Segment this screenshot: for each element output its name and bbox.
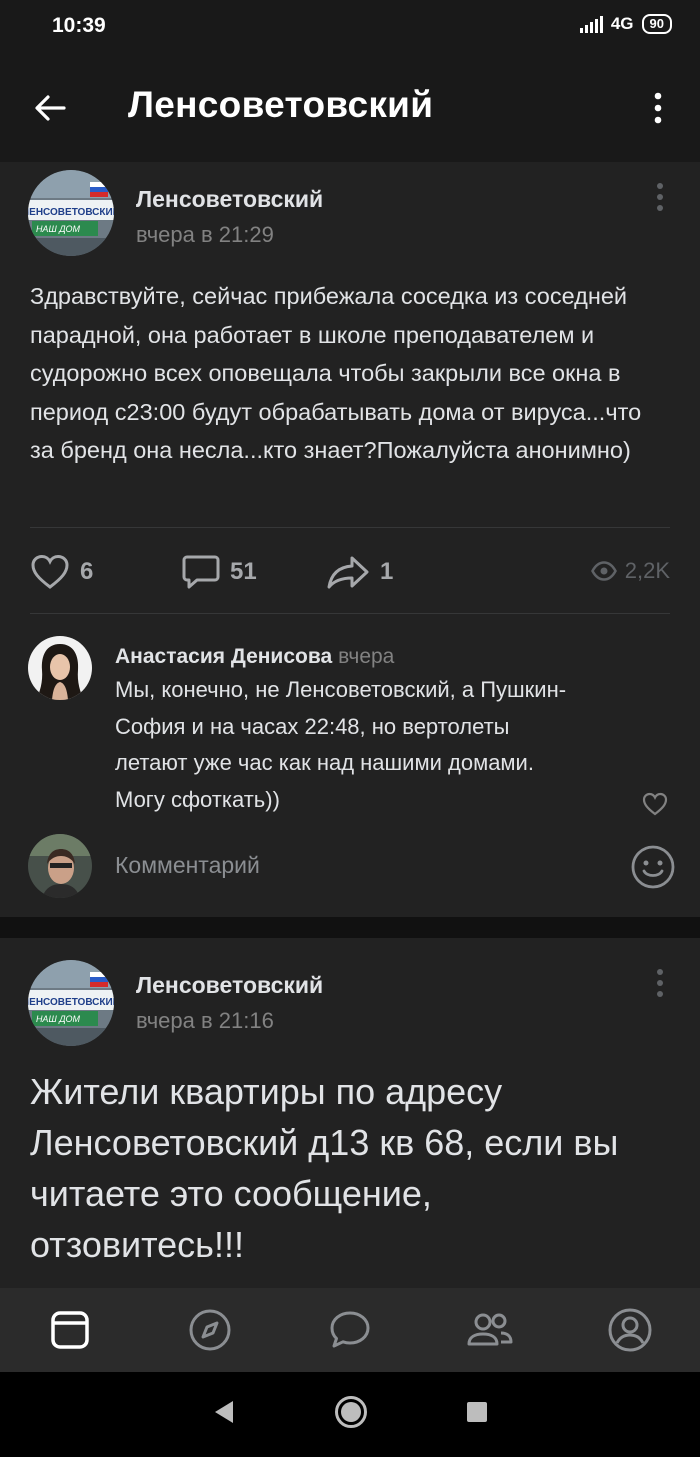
- bottom-tab-bar: [0, 1288, 700, 1372]
- more-vertical-icon[interactable]: [646, 88, 670, 128]
- tab-friends[interactable]: [420, 1288, 560, 1372]
- comment-icon: [182, 555, 220, 589]
- battery-icon: 90: [641, 14, 672, 34]
- post-author[interactable]: Ленсоветовский: [136, 186, 323, 213]
- profile-icon: [608, 1308, 652, 1352]
- community-avatar[interactable]: ЛЕНСОВЕТОВСКИЙ НАШ ДОМ: [28, 170, 114, 256]
- post-separator: [0, 917, 700, 938]
- emoji-icon[interactable]: [630, 844, 676, 895]
- post-time: вчера в 21:29: [136, 222, 274, 247]
- post-text: Здравствуйте, сейчас прибежала соседка и…: [30, 283, 642, 463]
- signal-icon: [579, 15, 603, 33]
- tab-messages[interactable]: [280, 1288, 420, 1372]
- heart-icon: [31, 554, 69, 589]
- like-count: 6: [80, 558, 94, 585]
- avatar-label-2: НАШ ДОМ: [36, 224, 81, 234]
- comment-input[interactable]: Комментарий: [115, 852, 260, 879]
- discover-icon: [189, 1309, 231, 1351]
- post-card: ЛЕНСОВЕТОВСКИЙ НАШ ДОМ Ленсоветовский вч…: [0, 938, 700, 1288]
- post-more-icon[interactable]: [650, 180, 670, 216]
- share-icon: [327, 556, 369, 589]
- current-user-avatar: [28, 834, 92, 898]
- comment-time: вчера: [338, 645, 395, 668]
- post-time: вчера в 21:16: [136, 1008, 274, 1033]
- post-more-icon[interactable]: [650, 966, 670, 1002]
- avatar-label-1: ЛЕНСОВЕТОВСКИЙ: [28, 995, 114, 1008]
- comment-author[interactable]: Анастасия Денисова: [115, 645, 332, 668]
- nav-back-icon[interactable]: [212, 1399, 236, 1430]
- page-title: Ленсоветовский: [128, 84, 434, 125]
- community-avatar[interactable]: ЛЕНСОВЕТОВСКИЙ НАШ ДОМ: [28, 960, 114, 1046]
- screen: 10:39 4G 90 Ленсоветовский ЕНСОВЕТОВСКИ …: [0, 0, 700, 1457]
- divider: [30, 527, 670, 528]
- tab-profile[interactable]: [560, 1288, 700, 1372]
- views-count: 2,2K: [624, 558, 670, 583]
- post-author[interactable]: Ленсоветовский: [136, 972, 323, 999]
- back-arrow-icon[interactable]: [30, 88, 70, 128]
- nav-recents-icon[interactable]: [466, 1401, 488, 1428]
- comment-like-icon[interactable]: [642, 792, 668, 821]
- app-header: Ленсоветовский: [0, 70, 700, 146]
- tab-news[interactable]: [0, 1288, 140, 1372]
- tab-discover[interactable]: [140, 1288, 280, 1372]
- post-text: Жители квартиры по адресу Ленсоветовский…: [30, 1071, 619, 1265]
- comment-author-line: Анастасия Денисова вчера: [115, 645, 394, 669]
- friends-icon: [467, 1313, 513, 1346]
- avatar-label-1: ЛЕНСОВЕТОВСКИЙ: [28, 205, 114, 218]
- messages-icon: [330, 1311, 370, 1348]
- comment-text: Мы, конечно, не Ленсоветовский, а Пушкин…: [115, 677, 567, 812]
- status-time: 10:39: [52, 14, 106, 37]
- share-count: 1: [380, 558, 394, 585]
- comment-button[interactable]: 51: [182, 554, 257, 590]
- share-button[interactable]: 1: [326, 554, 393, 590]
- news-icon: [51, 1311, 89, 1349]
- avatar-label-2: НАШ ДОМ: [36, 1014, 81, 1024]
- status-indicators: 4G 90: [579, 14, 672, 34]
- post-card: ЛЕНСОВЕТОВСКИЙ НАШ ДОМ Ленсоветовский вч…: [0, 162, 700, 917]
- views-counter: 2,2K: [590, 558, 670, 584]
- system-navigation-bar: [0, 1372, 700, 1457]
- like-button[interactable]: 6: [30, 554, 93, 590]
- commenter-avatar[interactable]: [28, 636, 92, 700]
- network-type: 4G: [610, 14, 634, 33]
- status-bar: 10:39 4G 90: [0, 0, 700, 60]
- comment-count: 51: [230, 558, 257, 585]
- nav-home-icon[interactable]: [334, 1395, 368, 1434]
- divider: [30, 613, 670, 614]
- eye-icon: [590, 561, 617, 581]
